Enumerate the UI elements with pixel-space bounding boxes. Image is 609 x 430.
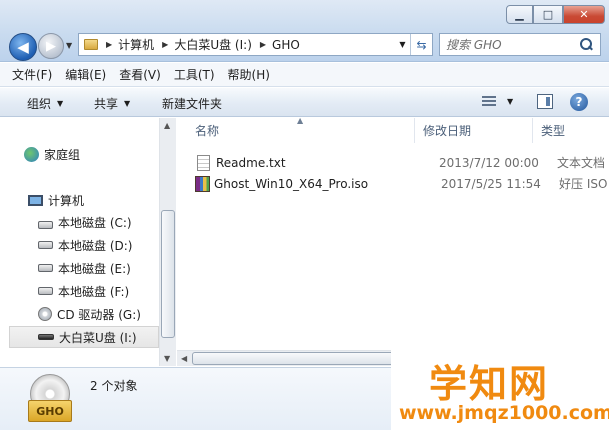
drive-icon [38, 241, 53, 249]
title-bar: ▁ □ ✕ ◀ ▶ ▼ ▶ 计算机 ▶ 大白菜U盘 (I:) ▶ GHO ▼ ⇆ [0, 0, 609, 62]
nav-item-drive-f[interactable]: 本地磁盘 (F:) [38, 280, 129, 302]
file-type: 文本文档 [557, 156, 606, 170]
new-folder-label: 新建文件夹 [162, 97, 223, 111]
search-icon[interactable] [578, 37, 594, 53]
homegroup-icon [24, 146, 39, 162]
file-date: 2013/7/12 00:00 [439, 155, 539, 170]
scroll-up-icon[interactable]: ▲ [164, 121, 170, 130]
nav-item-label: 大白菜U盘 (I:) [59, 330, 137, 345]
nav-item-homegroup[interactable]: 家庭组 [24, 143, 80, 165]
nav-item-computer[interactable]: 计算机 [28, 189, 84, 211]
share-label: 共享 [94, 97, 119, 111]
preview-pane-icon[interactable] [537, 94, 553, 109]
chevron-right-icon[interactable]: ▶ [260, 40, 266, 49]
nav-item-usb-drive[interactable]: 大白菜U盘 (I:) [9, 326, 159, 348]
watermark-url: www.jmqz1000.com [399, 402, 609, 424]
new-folder-button[interactable]: 新建文件夹 [162, 95, 222, 112]
help-icon[interactable]: ? [570, 93, 588, 111]
gho-folder-icon: GHO [28, 374, 72, 424]
search-input[interactable] [440, 34, 578, 55]
forward-button[interactable]: ▶ [38, 33, 64, 59]
nav-item-drive-e[interactable]: 本地磁盘 (E:) [38, 257, 131, 279]
view-options-icon[interactable] [482, 96, 496, 108]
chevron-right-icon[interactable]: ▶ [106, 40, 112, 49]
window-controls: ▁ □ ✕ [506, 5, 605, 24]
minimize-button[interactable]: ▁ [506, 5, 533, 24]
nav-item-label: 计算机 [48, 193, 85, 208]
drive-icon [38, 287, 53, 295]
scroll-down-icon[interactable]: ▼ [164, 354, 170, 363]
nav-item-label: 本地磁盘 (F:) [58, 284, 130, 299]
file-type: 好压 ISO 压 [559, 177, 609, 191]
usb-drive-icon [38, 334, 54, 340]
refresh-icon[interactable]: ⇆ [410, 34, 432, 55]
nav-item-label: 家庭组 [44, 147, 81, 162]
system-drive-icon [38, 220, 53, 229]
menu-bar: 文件(F) 编辑(E) 查看(V) 工具(T) 帮助(H) [0, 63, 609, 87]
maximize-button[interactable]: □ [533, 5, 563, 24]
nav-item-label: 本地磁盘 (D:) [58, 238, 133, 253]
breadcrumb-gho[interactable]: GHO [272, 38, 300, 52]
share-button[interactable]: 共享 ▼ [94, 95, 130, 112]
file-list: ▲ 名称 修改日期 类型 Readme.txt 2013/7/12 00:00 … [177, 116, 609, 366]
gho-icon-label: GHO [28, 400, 72, 422]
search-box[interactable] [439, 33, 601, 56]
column-header-name[interactable]: 名称 [187, 118, 415, 143]
organize-button[interactable]: 组织 ▼ [27, 95, 63, 112]
object-count: 2 个对象 [90, 379, 138, 393]
scroll-thumb[interactable] [161, 210, 175, 338]
menu-view[interactable]: 查看(V) [119, 66, 161, 83]
navigation-pane: 家庭组 计算机 本地磁盘 (C:) 本地磁盘 (D:) 本地磁盘 (E:) 本地… [0, 118, 176, 366]
address-bar[interactable]: ▶ 计算机 ▶ 大白菜U盘 (I:) ▶ GHO ▼ ⇆ [78, 33, 433, 56]
menu-help[interactable]: 帮助(H) [228, 66, 270, 83]
watermark: 学知网 www.jmqz1000.com [391, 345, 609, 430]
menu-edit[interactable]: 编辑(E) [65, 66, 106, 83]
nav-item-drive-c[interactable]: 本地磁盘 (C:) [38, 211, 132, 233]
nav-item-label: 本地磁盘 (C:) [58, 215, 132, 230]
close-button[interactable]: ✕ [563, 5, 605, 24]
address-dropdown-icon[interactable]: ▼ [394, 40, 410, 49]
file-name: Ghost_Win10_X64_Pro.iso [214, 176, 369, 191]
file-name: Readme.txt [216, 155, 286, 170]
archive-file-icon [195, 175, 210, 192]
text-file-icon [197, 154, 210, 171]
chevron-right-icon[interactable]: ▶ [162, 40, 168, 49]
menu-file[interactable]: 文件(F) [12, 66, 52, 83]
column-header-date[interactable]: 修改日期 [415, 118, 533, 143]
nav-scrollbar[interactable]: ▲ ▼ [159, 118, 176, 366]
breadcrumb-computer[interactable]: 计算机 [118, 36, 154, 53]
chevron-down-icon[interactable]: ▼ [507, 97, 513, 106]
file-date: 2017/5/25 11:54 [441, 176, 541, 191]
recent-pages-dropdown[interactable]: ▼ [66, 41, 72, 50]
nav-item-cd-drive[interactable]: CD 驱动器 (G:) [38, 303, 141, 325]
cd-drive-icon [38, 307, 52, 321]
file-row[interactable]: Readme.txt 2013/7/12 00:00 文本文档 [197, 152, 605, 173]
organize-label: 组织 [27, 97, 52, 111]
scroll-left-icon[interactable]: ◀ [181, 354, 187, 363]
nav-item-label: 本地磁盘 (E:) [58, 261, 131, 276]
back-button[interactable]: ◀ [9, 33, 37, 61]
nav-item-drive-d[interactable]: 本地磁盘 (D:) [38, 234, 132, 256]
chevron-down-icon: ▼ [124, 99, 131, 108]
nav-item-label: CD 驱动器 (G:) [57, 307, 141, 322]
computer-icon [28, 194, 43, 206]
drive-icon [38, 264, 53, 272]
menu-tools[interactable]: 工具(T) [174, 66, 215, 83]
file-row[interactable]: Ghost_Win10_X64_Pro.iso 2017/5/25 11:54 … [195, 173, 609, 194]
watermark-title: 学知网 [429, 362, 550, 406]
folder-icon [84, 39, 98, 50]
breadcrumb-usb-drive[interactable]: 大白菜U盘 (I:) [174, 36, 252, 53]
column-header-type[interactable]: 类型 [533, 118, 609, 143]
chevron-down-icon: ▼ [57, 99, 64, 108]
command-bar: 组织 ▼ 共享 ▼ 新建文件夹 ▼ ? [0, 88, 609, 117]
